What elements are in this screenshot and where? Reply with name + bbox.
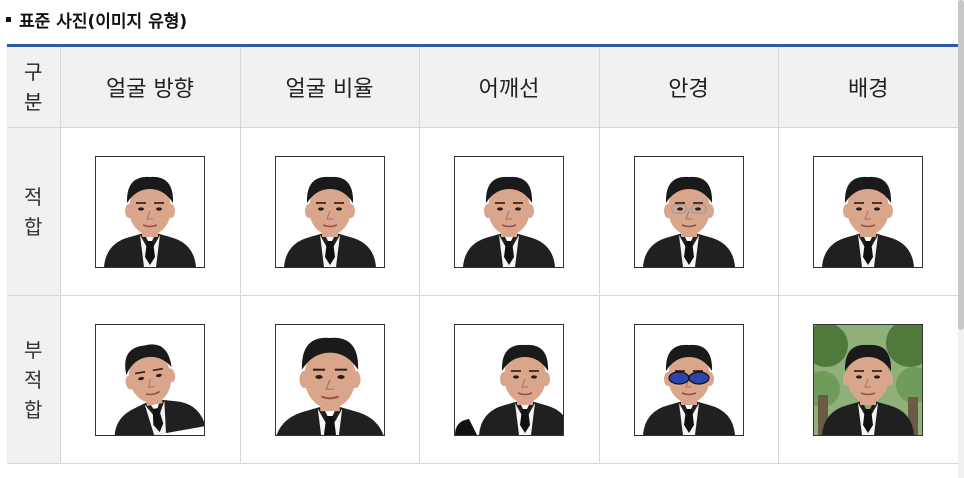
- photo-cell: [599, 295, 779, 464]
- passport-photo-icon: [813, 323, 924, 436]
- photo-cell: [419, 127, 600, 296]
- photo-standards-table: 구 분 얼굴 방향 얼굴 비율 어깨선 안경 배경 적 합 부 적 합: [7, 44, 958, 464]
- passport-photo-icon: [454, 323, 564, 436]
- category-header: 구 분: [7, 45, 61, 128]
- table-row-suitable: 적 합: [7, 127, 958, 296]
- passport-photo-icon: [95, 155, 205, 268]
- passport-photo-icon: [274, 155, 385, 268]
- passport-photo-icon: [454, 155, 564, 268]
- photo-cell: [419, 295, 600, 464]
- section-title: 표준 사진(이미지 유형): [19, 11, 188, 32]
- column-header-shoulder-line: 어깨선: [419, 45, 600, 128]
- passport-photo-icon: [633, 323, 744, 436]
- passport-photo-icon: [95, 323, 205, 436]
- section-heading: 표준 사진(이미지 유형): [6, 8, 188, 32]
- table-row-unsuitable: 부 적 합: [7, 295, 958, 464]
- photo-cell: [60, 127, 241, 296]
- passport-photo-icon: [274, 323, 385, 436]
- passport-photo-icon: [633, 155, 744, 268]
- column-header-face-ratio: 얼굴 비율: [240, 45, 420, 128]
- passport-photo-icon: [813, 155, 924, 268]
- column-header-glasses: 안경: [599, 45, 779, 128]
- row-label-unsuitable: 부 적 합: [7, 295, 61, 464]
- photo-cell: [240, 127, 420, 296]
- row-label-suitable: 적 합: [7, 127, 61, 296]
- photo-cell: [240, 295, 420, 464]
- bullet-icon: [6, 16, 11, 22]
- photo-cell: [599, 127, 779, 296]
- page: 표준 사진(이미지 유형) 구 분 얼굴 방향 얼굴 비율 어깨선 안경 배경: [0, 0, 964, 478]
- photo-cell: [778, 127, 958, 296]
- column-header-background: 배경: [778, 45, 958, 128]
- column-header-face-direction: 얼굴 방향: [60, 45, 241, 128]
- photo-cell: [60, 295, 241, 464]
- table-header-row: 구 분 얼굴 방향 얼굴 비율 어깨선 안경 배경: [7, 45, 958, 128]
- scrollbar-thumb[interactable]: [958, 0, 964, 330]
- photo-cell: [778, 295, 958, 464]
- vertical-scrollbar[interactable]: [958, 0, 964, 478]
